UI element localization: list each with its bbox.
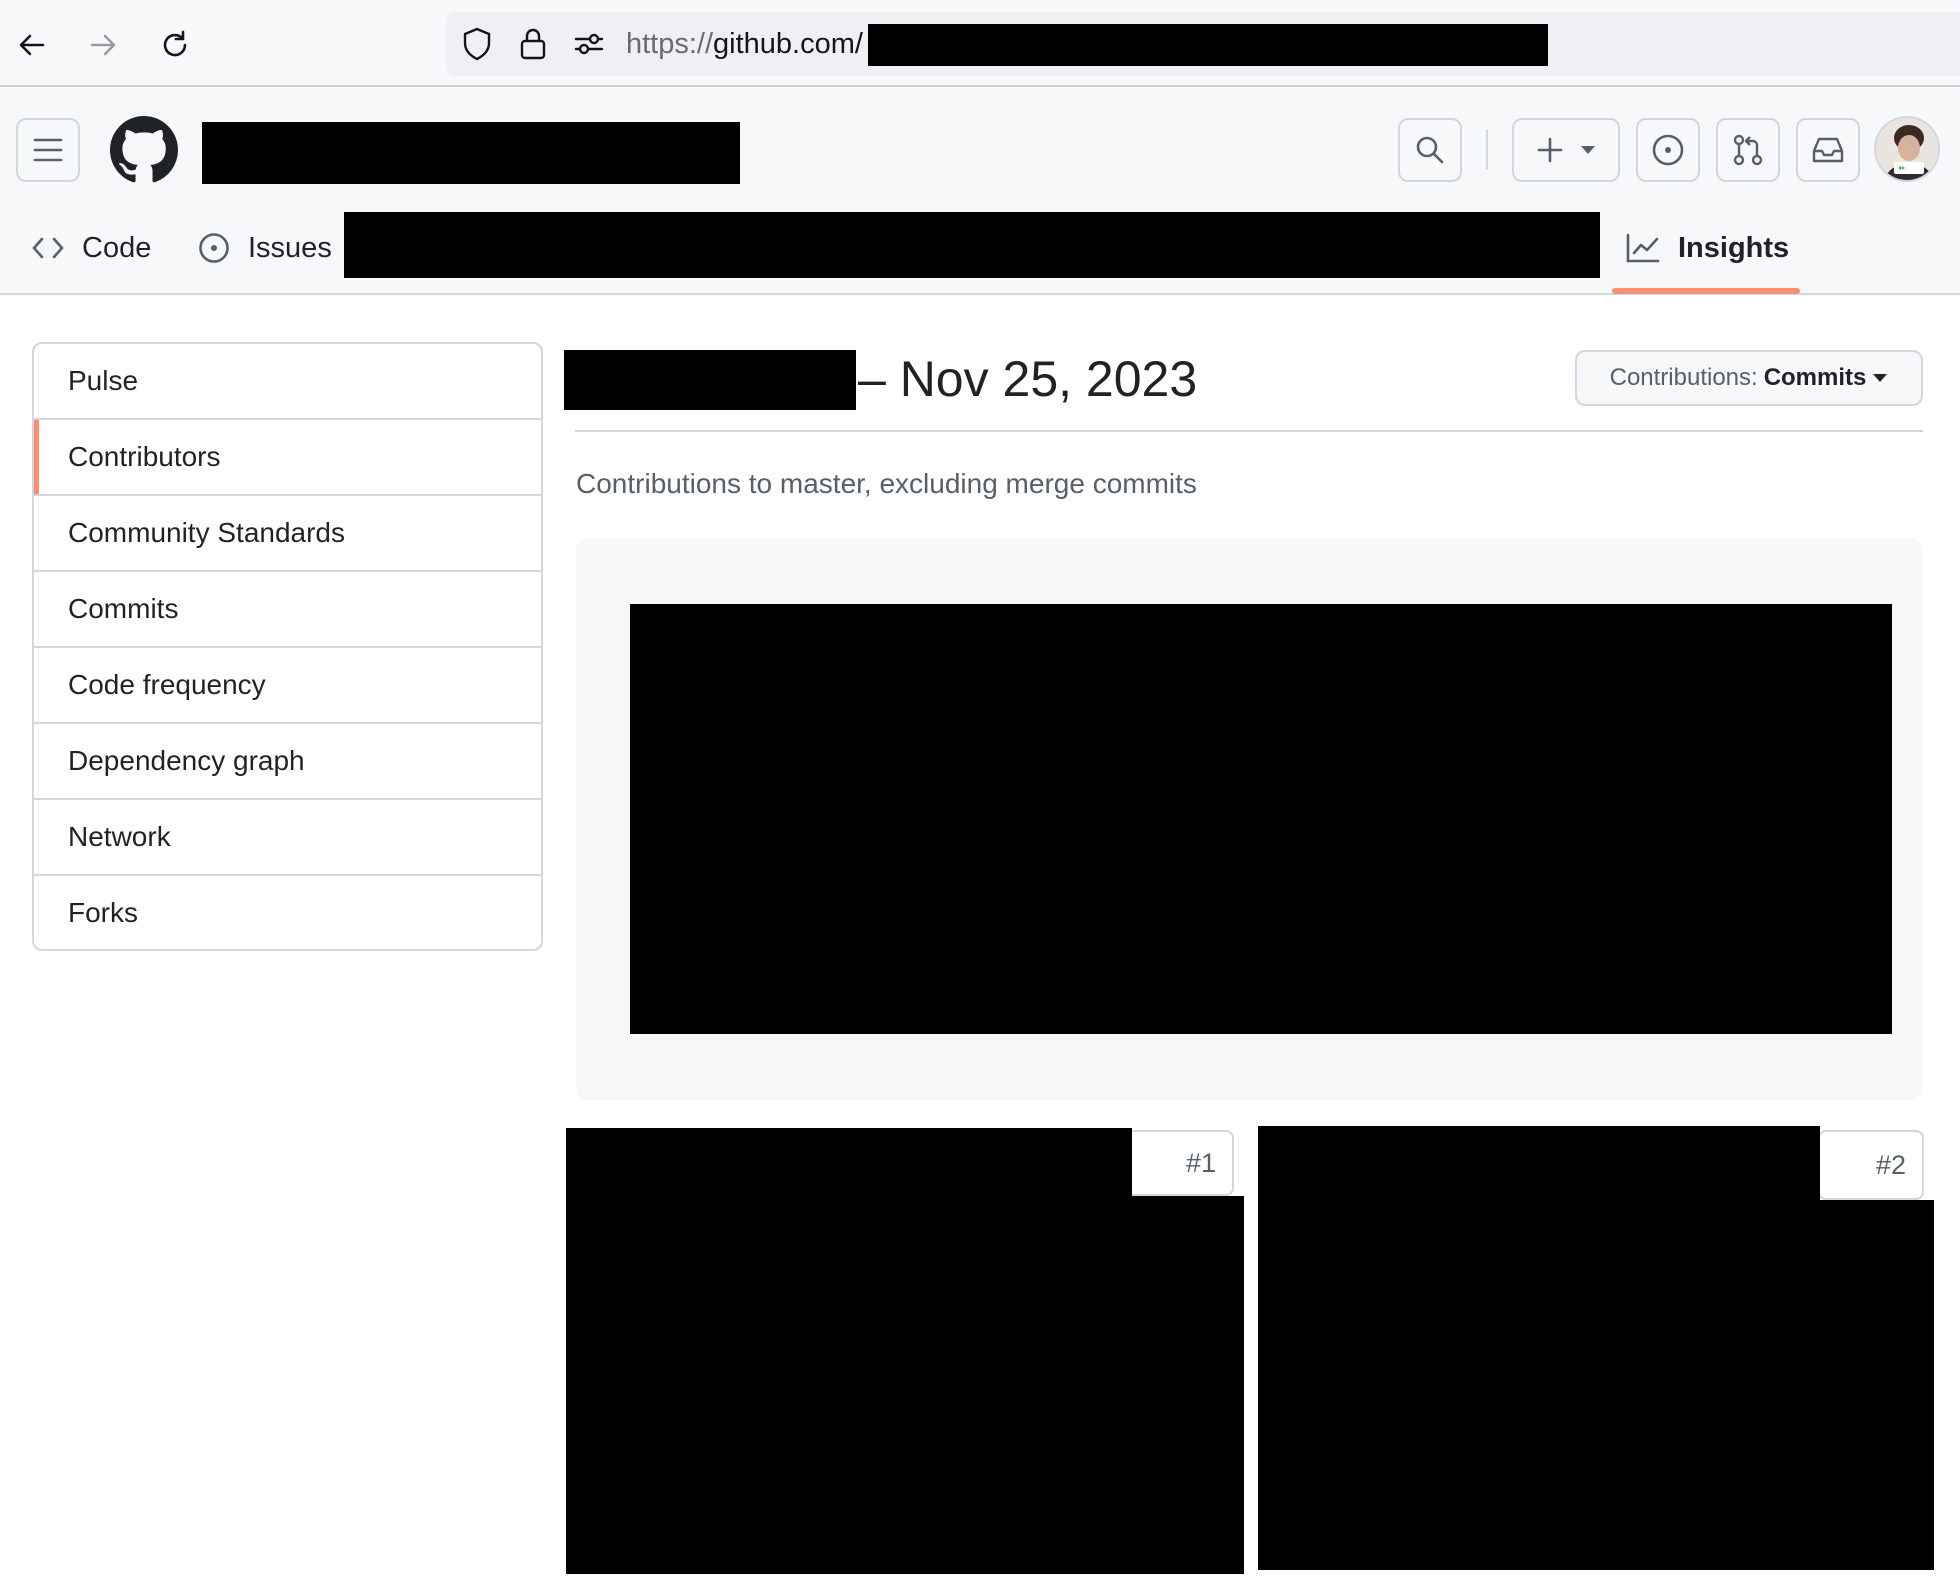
create-new-button[interactable] <box>1512 118 1620 182</box>
redacted-contributions-graph <box>630 604 1892 1034</box>
inbox-button[interactable] <box>1796 118 1860 182</box>
contributor-card-rank: #1 <box>1120 1130 1234 1196</box>
url-host: github.com/ <box>713 28 863 60</box>
triangle-down-icon <box>1580 145 1596 155</box>
date-range-heading: – Nov 25, 2023 <box>858 351 1198 407</box>
plus-icon <box>1536 136 1564 164</box>
git-pull-request-icon <box>1731 133 1765 167</box>
heading-divider <box>575 430 1923 432</box>
url-scheme: https:// <box>626 28 714 60</box>
contributions-select-value: Commits <box>1763 364 1867 391</box>
sidebar-item-label: Network <box>68 821 171 852</box>
sidebar-item-commits[interactable]: Commits <box>34 570 541 646</box>
sidebar-item-community-standards[interactable]: Community Standards <box>34 494 541 570</box>
back-button[interactable] <box>9 22 55 68</box>
graph-icon <box>1626 233 1660 263</box>
issue-opened-icon <box>198 232 230 264</box>
lock-icon[interactable] <box>518 26 548 62</box>
selected-tab-underline <box>1612 288 1800 294</box>
sidebar-item-dependency-graph[interactable]: Dependency graph <box>34 722 541 798</box>
contributions-subtitle: Contributions to master, excluding merge… <box>576 468 1197 499</box>
search-button[interactable] <box>1398 118 1462 182</box>
redacted-url-path <box>868 24 1548 66</box>
inbox-icon <box>1811 135 1845 165</box>
tab-insights[interactable]: Insights <box>1626 220 1789 276</box>
sidebar-item-label: Code frequency <box>68 669 266 700</box>
sidebar-item-forks[interactable]: Forks <box>34 874 541 949</box>
search-icon <box>1414 134 1446 166</box>
github-logo-icon[interactable] <box>110 116 178 184</box>
redacted-repo-title <box>202 122 740 184</box>
hamburger-icon <box>33 137 63 163</box>
code-icon <box>32 236 64 260</box>
sidebar-item-label: Forks <box>68 897 138 928</box>
forward-arrow-icon <box>87 29 119 61</box>
menu-button[interactable] <box>16 118 80 182</box>
tab-issues[interactable]: Issues <box>198 220 332 276</box>
redacted-date-start <box>564 350 856 410</box>
contributions-select-label: Contributions: <box>1609 364 1758 391</box>
url-text[interactable]: https://github.com/ <box>626 26 863 62</box>
sidebar-item-contributors[interactable]: Contributors <box>34 418 541 494</box>
tab-code[interactable]: Code <box>32 220 151 276</box>
sidebar-item-label: Commits <box>68 593 179 624</box>
sidebar-item-label: Community Standards <box>68 517 346 548</box>
issues-button[interactable] <box>1636 118 1700 182</box>
contributions-type-select[interactable]: Contributions: Commits <box>1575 350 1923 406</box>
header-divider <box>1486 130 1488 170</box>
sidebar-item-label: Pulse <box>68 365 139 396</box>
redacted-tabs <box>344 212 1600 278</box>
contributor-card-rank: #2 <box>1818 1130 1924 1200</box>
pull-requests-button[interactable] <box>1716 118 1780 182</box>
permissions-icon[interactable] <box>572 30 606 58</box>
tab-code-label: Code <box>82 231 152 264</box>
tab-issues-label: Issues <box>248 231 332 264</box>
insights-sidebar: Pulse Contributors Community Standards C… <box>32 342 543 951</box>
avatar[interactable] <box>1874 116 1940 182</box>
reload-icon <box>159 29 191 61</box>
issue-opened-icon <box>1651 133 1685 167</box>
sidebar-item-label: Contributors <box>68 441 221 472</box>
sidebar-item-pulse[interactable]: Pulse <box>34 344 541 418</box>
shield-icon[interactable] <box>460 26 494 62</box>
sidebar-item-network[interactable]: Network <box>34 798 541 874</box>
sidebar-item-label: Dependency graph <box>68 745 305 776</box>
triangle-down-icon <box>1872 373 1888 383</box>
tab-insights-label: Insights <box>1678 231 1790 264</box>
sidebar-item-code-frequency[interactable]: Code frequency <box>34 646 541 722</box>
back-arrow-icon <box>16 29 48 61</box>
reload-button[interactable] <box>152 22 198 68</box>
forward-button[interactable] <box>80 22 126 68</box>
